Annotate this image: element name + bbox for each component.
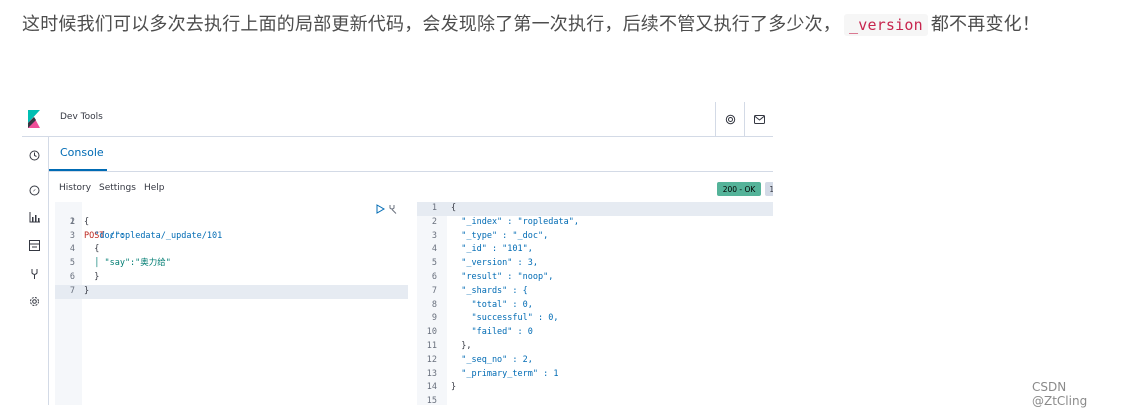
tab-console[interactable]: Console: [60, 146, 104, 159]
menu-settings[interactable]: Settings: [99, 183, 136, 193]
dashboard-icon[interactable]: [28, 239, 41, 252]
tab-bar: Console: [49, 137, 773, 172]
console-menu: History Settings Help 200 - OK 18 ms: [49, 172, 773, 202]
kibana-dev-tools-screenshot: Dev Tools Console History Settings Help …: [22, 102, 773, 405]
request-active-line: [55, 284, 408, 299]
request-line: 1 POST /ropledata/_update/101: [69, 216, 223, 241]
csdn-watermark: CSDN @ZtCling: [1032, 380, 1088, 408]
inline-code-version: _version: [844, 14, 928, 36]
chart-icon[interactable]: [28, 211, 41, 224]
compass-icon[interactable]: [28, 184, 41, 197]
request-time-badge: 18 ms: [765, 182, 773, 196]
mail-icon[interactable]: [744, 102, 773, 136]
clock-icon[interactable]: [28, 149, 41, 162]
gear-icon[interactable]: [28, 295, 41, 308]
menu-help[interactable]: Help: [144, 183, 165, 193]
request-url: /ropledata/_update/101: [109, 230, 223, 241]
devtools-wrench-icon[interactable]: [28, 267, 41, 280]
paragraph-text-before: 这时候我们可以多次去执行上面的局部更新代码，会发现除了第一次执行，后续不管又执行…: [22, 14, 841, 35]
menu-history[interactable]: History: [59, 183, 91, 193]
response-active-line: [417, 202, 773, 216]
left-nav: [22, 137, 49, 405]
wrench-icon[interactable]: [388, 204, 398, 214]
play-icon[interactable]: [376, 204, 385, 214]
kibana-logo-icon: [28, 110, 40, 128]
response-output: 1{ 2 "_index" : "ropledata", 3 "_type" :…: [417, 202, 773, 405]
active-tab-indicator: [49, 169, 107, 171]
app-title: Dev Tools: [60, 112, 103, 122]
request-editor[interactable]: 1 POST /ropledata/_update/101 2{ 3 "doc"…: [55, 202, 408, 405]
top-bar: Dev Tools: [22, 102, 773, 137]
status-badge: 200 - OK: [717, 182, 761, 196]
paragraph-text-after: 都不再变化！: [930, 14, 1041, 35]
article-paragraph: 这时候我们可以多次去执行上面的局部更新代码，会发现除了第一次执行，后续不管又执行…: [22, 8, 1102, 42]
help-icon[interactable]: [715, 102, 745, 136]
